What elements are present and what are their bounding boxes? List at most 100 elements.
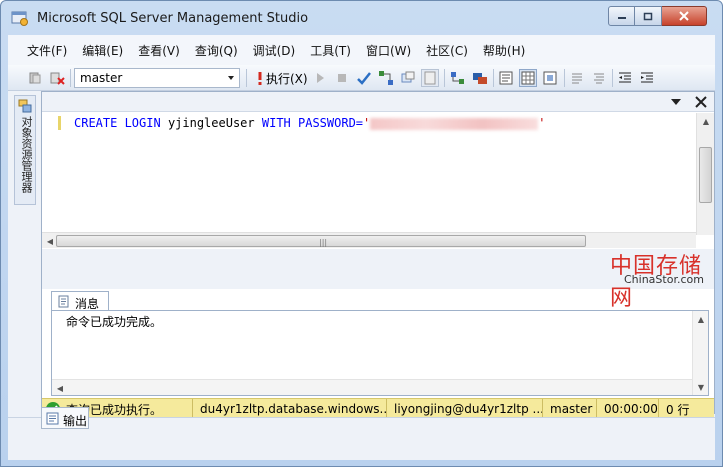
stop-icon [338,74,346,82]
menu-help[interactable]: 帮助(H) [476,42,532,59]
tab-output-label: 输出 [63,414,88,428]
menu-community[interactable]: 社区(C) [419,42,475,59]
object-explorer-label: 对象资源管理器 [20,116,33,193]
parse-button[interactable] [355,69,373,87]
messages-pane: 命令已成功完成。 ▲ ▼ ◀ [51,310,709,396]
database-select[interactable]: master [74,68,240,88]
close-icon [679,11,689,21]
increase-indent-button[interactable] [638,69,656,87]
scroll-up-icon[interactable]: ▲ [698,113,714,129]
comment-button[interactable] [568,69,586,87]
toolbar-separator [564,69,565,87]
string-quote-open: ' [363,116,371,130]
indent-icon [641,72,653,83]
string-quote-close: ' [538,116,546,130]
tab-output[interactable]: 输出 [41,407,89,429]
menu-edit[interactable]: 编辑(E) [75,42,130,59]
result-message: 命令已成功完成。 [66,315,163,329]
window-title: Microsoft SQL Server Management Studio [37,11,309,26]
database-select-value: master [80,71,123,85]
object-explorer-tab[interactable]: 对象资源管理器 [14,95,36,205]
query-designer-button[interactable] [399,69,417,87]
results-file-icon [543,71,557,85]
disconnect-button[interactable] [48,69,66,87]
grip-icon: ||| [319,238,328,247]
results-to-grid-button[interactable] [519,69,537,87]
login-name: yjingleeUser [167,116,255,130]
scroll-left-icon[interactable]: ◀ [52,380,68,396]
toolbar-separator [246,69,247,87]
document-header [42,92,714,112]
client-stats-button[interactable] [471,69,489,87]
tab-messages[interactable]: 消息 [51,291,109,311]
change-tracking-bar [58,116,61,130]
comment-lines-icon [572,73,582,84]
menu-debug[interactable]: 调试(D) [246,42,303,59]
cancel-query-button[interactable] [333,69,351,87]
scrollbar-thumb[interactable]: ||| [56,235,586,247]
status-elapsed-time: 00:00:00 [596,399,658,419]
disconnect-icon [50,72,65,85]
status-row-count: 0 行 [658,399,714,419]
debug-button[interactable] [311,69,329,87]
query-status-bar: 查询已成功执行。 du4yr1zltp.database.windows... … [42,398,714,419]
connect-icon [29,72,41,84]
editor-horizontal-scrollbar[interactable]: ◀ ||| [42,232,696,248]
message-icon [58,295,69,308]
stats-icon [473,73,487,84]
menu-query[interactable]: 查询(Q) [188,42,245,59]
restore-icon [643,12,653,20]
designer-icon [401,71,415,83]
scrollbar-thumb[interactable] [699,147,712,203]
results-horizontal-scrollbar[interactable]: ◀ [52,379,692,395]
maximize-button[interactable] [635,6,662,26]
toolbar-separator [70,69,71,87]
uncomment-button[interactable] [590,69,608,87]
connect-button[interactable] [26,69,44,87]
chevron-down-icon[interactable] [670,97,682,107]
menu-view[interactable]: 查看(V) [131,42,187,59]
query-document-panel: CREATE LOGIN yjingleeUser WITH PASSWORD=… [41,91,715,419]
keyword-with-password: WITH PASSWORD= [261,116,364,130]
document-icon [424,71,436,85]
decrease-indent-button[interactable] [616,69,634,87]
scroll-up-icon[interactable]: ▲ [693,311,709,327]
menu-window[interactable]: 窗口(W) [359,42,418,59]
results-to-text-button[interactable] [497,69,515,87]
plan-icon [379,71,393,85]
results-vertical-scrollbar[interactable]: ▲ ▼ [692,311,708,395]
toolbar-separator [612,69,613,87]
close-button[interactable] [662,6,707,26]
chevron-down-icon [228,76,234,80]
watermark-english: ChinaStor.com [624,273,704,286]
bottom-panel-area [8,417,715,460]
results-to-file-button[interactable] [541,69,559,87]
include-plan-button[interactable] [449,69,467,87]
query-editor[interactable]: CREATE LOGIN yjingleeUser WITH PASSWORD=… [42,113,714,235]
intellisense-button[interactable] [421,69,439,87]
toolbar-separator [444,69,445,87]
minimize-button[interactable] [608,6,635,26]
results-text-icon [499,71,513,85]
menu-tools[interactable]: 工具(T) [303,42,358,59]
results-grid-icon [521,71,535,85]
play-icon [317,73,324,83]
object-explorer-icon [18,99,32,113]
close-icon[interactable] [694,95,708,109]
menu-file[interactable]: 文件(F) [20,42,74,59]
ssms-app-icon [11,11,28,26]
minimize-icon [617,17,626,19]
display-plan-button[interactable] [377,69,395,87]
code-line: CREATE LOGIN yjingleeUser WITH PASSWORD=… [74,116,546,130]
outdent-icon [619,72,631,83]
editor-vertical-scrollbar[interactable]: ▲ [696,113,714,235]
scroll-down-icon[interactable]: ▼ [693,379,709,395]
execute-button[interactable]: 执行(X) [266,70,308,87]
status-database: master [542,399,596,419]
editor-margin [42,113,60,235]
toolbar-separator [493,69,494,87]
application-window: Microsoft SQL Server Management Studio 文… [0,0,723,467]
keyword-create-login: CREATE LOGIN [74,116,161,130]
menu-bar: 文件(F) 编辑(E) 查看(V) 查询(Q) 调试(D) 工具(T) 窗口(W… [8,35,715,65]
title-bar[interactable]: Microsoft SQL Server Management Studio [1,1,722,35]
